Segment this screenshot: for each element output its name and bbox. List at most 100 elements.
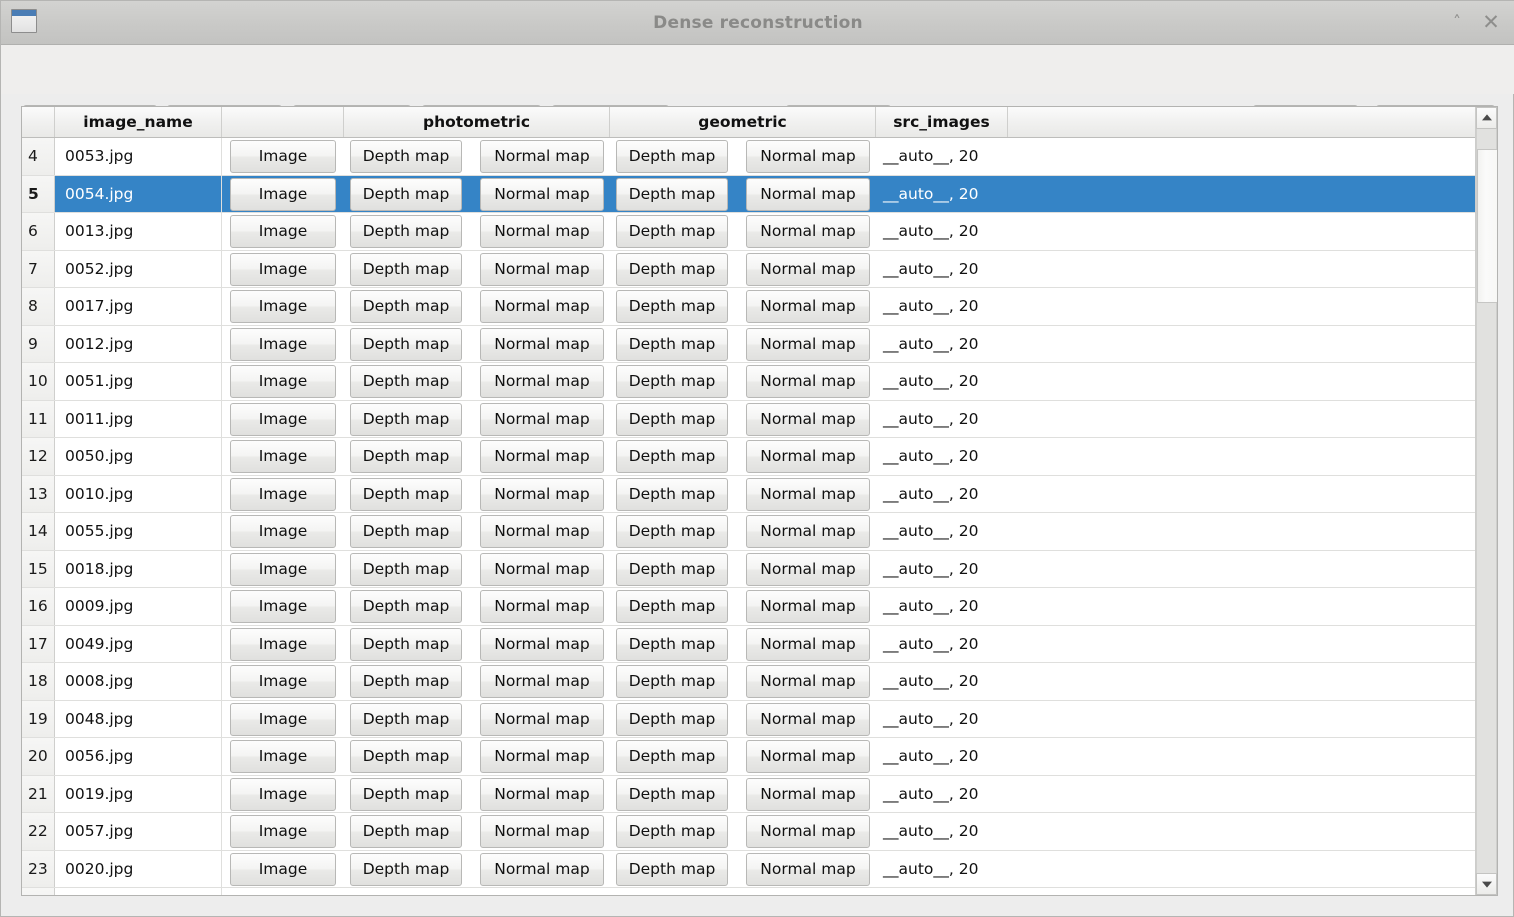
cell-image-name[interactable]: 0008.jpg (55, 663, 222, 700)
cell-src-images[interactable]: __auto__, 20 (876, 701, 1008, 738)
cell-image-name[interactable]: 0054.jpg (55, 175, 222, 212)
cell-geometric-normal-map[interactable]: Normal map (746, 440, 870, 473)
cell-image-name[interactable]: 0050.jpg (55, 438, 222, 475)
cell-photometric-depth-map[interactable]: Depth map (350, 140, 462, 173)
cell-geometric-normal-map[interactable]: Normal map (746, 402, 870, 436)
table-row[interactable]: 10 0051.jpg Image Depth map Normal map Depth … (22, 363, 1477, 401)
cell-photometric-normal-map[interactable]: Normal map (480, 590, 604, 623)
cell-src-images[interactable]: __auto__, 20 (876, 363, 1008, 400)
row-index[interactable]: 11 (22, 400, 55, 437)
cell-geometric-normal-map[interactable]: Normal map (746, 590, 870, 623)
cell-photometric-normal-map[interactable]: Normal map (480, 702, 604, 736)
cell-photometric-normal-map[interactable]: Normal map (480, 815, 604, 848)
table-row[interactable]: 20 0056.jpg Image Depth map Normal map Depth … (22, 738, 1477, 776)
cell-geometric-depth-map[interactable]: Depth map (616, 777, 728, 811)
window-close-button[interactable]: ✕ (1477, 8, 1505, 36)
row-index[interactable]: 4 (22, 138, 55, 175)
cell-geometric-normal-map[interactable]: Normal map (746, 252, 870, 286)
cell-photometric-normal-map[interactable]: Normal map (480, 852, 604, 886)
cell-photometric-depth-map[interactable]: Depth map (350, 702, 462, 736)
cell-photometric-depth-map[interactable]: Depth map (350, 215, 462, 248)
cell-image-button[interactable]: Image (230, 252, 336, 286)
cell-geometric-normal-map[interactable]: Normal map (746, 777, 870, 811)
cell-src-images[interactable]: __auto__, 20 (876, 176, 1008, 213)
cell-src-images[interactable]: __auto__, 20 (876, 401, 1008, 438)
table-row[interactable]: 5 0054.jpg Image Depth map Normal map Depth m… (22, 175, 1477, 213)
table-header-src-images[interactable]: src_images (876, 107, 1008, 137)
cell-image-button[interactable]: Image (230, 215, 336, 248)
cell-image-button[interactable]: Image (230, 402, 336, 436)
cell-photometric-normal-map[interactable]: Normal map (480, 627, 604, 661)
cell-photometric-depth-map[interactable]: Depth map (350, 777, 462, 811)
cell-src-images[interactable]: __auto__, 20 (876, 663, 1008, 700)
table-row[interactable]: 17 0049.jpg Image Depth map Normal map Depth … (22, 625, 1477, 663)
table-header-photometric[interactable]: photometric (344, 107, 610, 137)
row-index[interactable]: 14 (22, 513, 55, 550)
cell-geometric-depth-map[interactable]: Depth map (616, 627, 728, 661)
table-row[interactable]: 24 (22, 888, 1477, 895)
cell-geometric-normal-map[interactable]: Normal map (746, 515, 870, 548)
table-row[interactable]: 7 0052.jpg Image Depth map Normal map Depth m… (22, 250, 1477, 288)
table-header-image[interactable] (222, 107, 344, 137)
cell-image-button[interactable]: Image (230, 290, 336, 323)
cell-src-images[interactable]: __auto__, 20 (876, 851, 1008, 888)
cell-image-button[interactable]: Image (230, 740, 336, 773)
cell-image-name[interactable]: 0057.jpg (55, 813, 222, 850)
cell-geometric-normal-map[interactable]: Normal map (746, 140, 870, 173)
cell-geometric-depth-map[interactable]: Depth map (616, 440, 728, 473)
row-index[interactable]: 12 (22, 438, 55, 475)
cell-image-name[interactable]: 0020.jpg (55, 850, 222, 887)
cell-photometric-depth-map[interactable]: Depth map (350, 252, 462, 286)
cell-image-button[interactable]: Image (230, 177, 336, 211)
cell-image-button[interactable]: Image (230, 552, 336, 586)
cell-photometric-normal-map[interactable]: Normal map (480, 252, 604, 286)
cell-geometric-normal-map[interactable]: Normal map (746, 215, 870, 248)
scroll-down-button[interactable] (1476, 873, 1497, 895)
cell-photometric-normal-map[interactable]: Normal map (480, 402, 604, 436)
cell-geometric-normal-map[interactable]: Normal map (746, 852, 870, 886)
row-index[interactable]: 13 (22, 475, 55, 512)
cell-image-name[interactable]: 0055.jpg (55, 513, 222, 550)
cell-photometric-normal-map[interactable]: Normal map (480, 365, 604, 398)
table-row[interactable]: 4 0053.jpg Image Depth map Normal map Depth m… (22, 138, 1477, 176)
cell-photometric-normal-map[interactable]: Normal map (480, 515, 604, 548)
row-index[interactable]: 7 (22, 250, 55, 287)
table-row[interactable]: 19 0048.jpg Image Depth map Normal map Depth … (22, 700, 1477, 738)
cell-geometric-normal-map[interactable]: Normal map (746, 327, 870, 361)
table-row[interactable]: 15 0018.jpg Image Depth map Normal map Depth … (22, 550, 1477, 588)
window-titlebar[interactable]: Dense reconstruction ˄ ✕ (1, 1, 1514, 45)
cell-image-name[interactable]: 0053.jpg (55, 138, 222, 175)
cell-photometric-normal-map[interactable]: Normal map (480, 290, 604, 323)
table-row[interactable]: 11 0011.jpg Image Depth map Normal map Depth … (22, 400, 1477, 438)
cell-image-button[interactable]: Image (230, 440, 336, 473)
cell-src-images[interactable]: __auto__, 20 (876, 438, 1008, 475)
table-row[interactable]: 22 0057.jpg Image Depth map Normal map Depth … (22, 813, 1477, 851)
cell-geometric-depth-map[interactable]: Depth map (616, 177, 728, 211)
row-index[interactable]: 18 (22, 663, 55, 700)
cell-image-button[interactable]: Image (230, 702, 336, 736)
cell-image-button[interactable]: Image (230, 140, 336, 173)
cell-image-name[interactable]: 0052.jpg (55, 250, 222, 287)
cell-src-images[interactable]: __auto__, 20 (876, 138, 1008, 175)
cell-photometric-normal-map[interactable]: Normal map (480, 740, 604, 773)
table-row[interactable]: 21 0019.jpg Image Depth map Normal map Depth … (22, 775, 1477, 813)
cell-geometric-depth-map[interactable]: Depth map (616, 590, 728, 623)
cell-geometric-normal-map[interactable]: Normal map (746, 177, 870, 211)
cell-geometric-normal-map[interactable]: Normal map (746, 627, 870, 661)
cell-src-images[interactable]: __auto__, 20 (876, 513, 1008, 550)
row-index[interactable]: 20 (22, 738, 55, 775)
cell-geometric-normal-map[interactable]: Normal map (746, 552, 870, 586)
cell-geometric-depth-map[interactable]: Depth map (616, 740, 728, 773)
cell-src-images[interactable]: __auto__, 20 (876, 551, 1008, 588)
cell-geometric-depth-map[interactable]: Depth map (616, 665, 728, 698)
cell-src-images[interactable]: __auto__, 20 (876, 213, 1008, 250)
cell-photometric-depth-map[interactable]: Depth map (350, 852, 462, 886)
cell-image-button[interactable]: Image (230, 365, 336, 398)
scrollbar-thumb[interactable] (1477, 149, 1497, 303)
table-header-geometric[interactable]: geometric (610, 107, 876, 137)
cell-image-name[interactable]: 0012.jpg (55, 325, 222, 362)
cell-image-button[interactable]: Image (230, 327, 336, 361)
cell-geometric-depth-map[interactable]: Depth map (616, 365, 728, 398)
row-index[interactable]: 10 (22, 363, 55, 400)
cell-src-images[interactable]: __auto__, 20 (876, 251, 1008, 288)
